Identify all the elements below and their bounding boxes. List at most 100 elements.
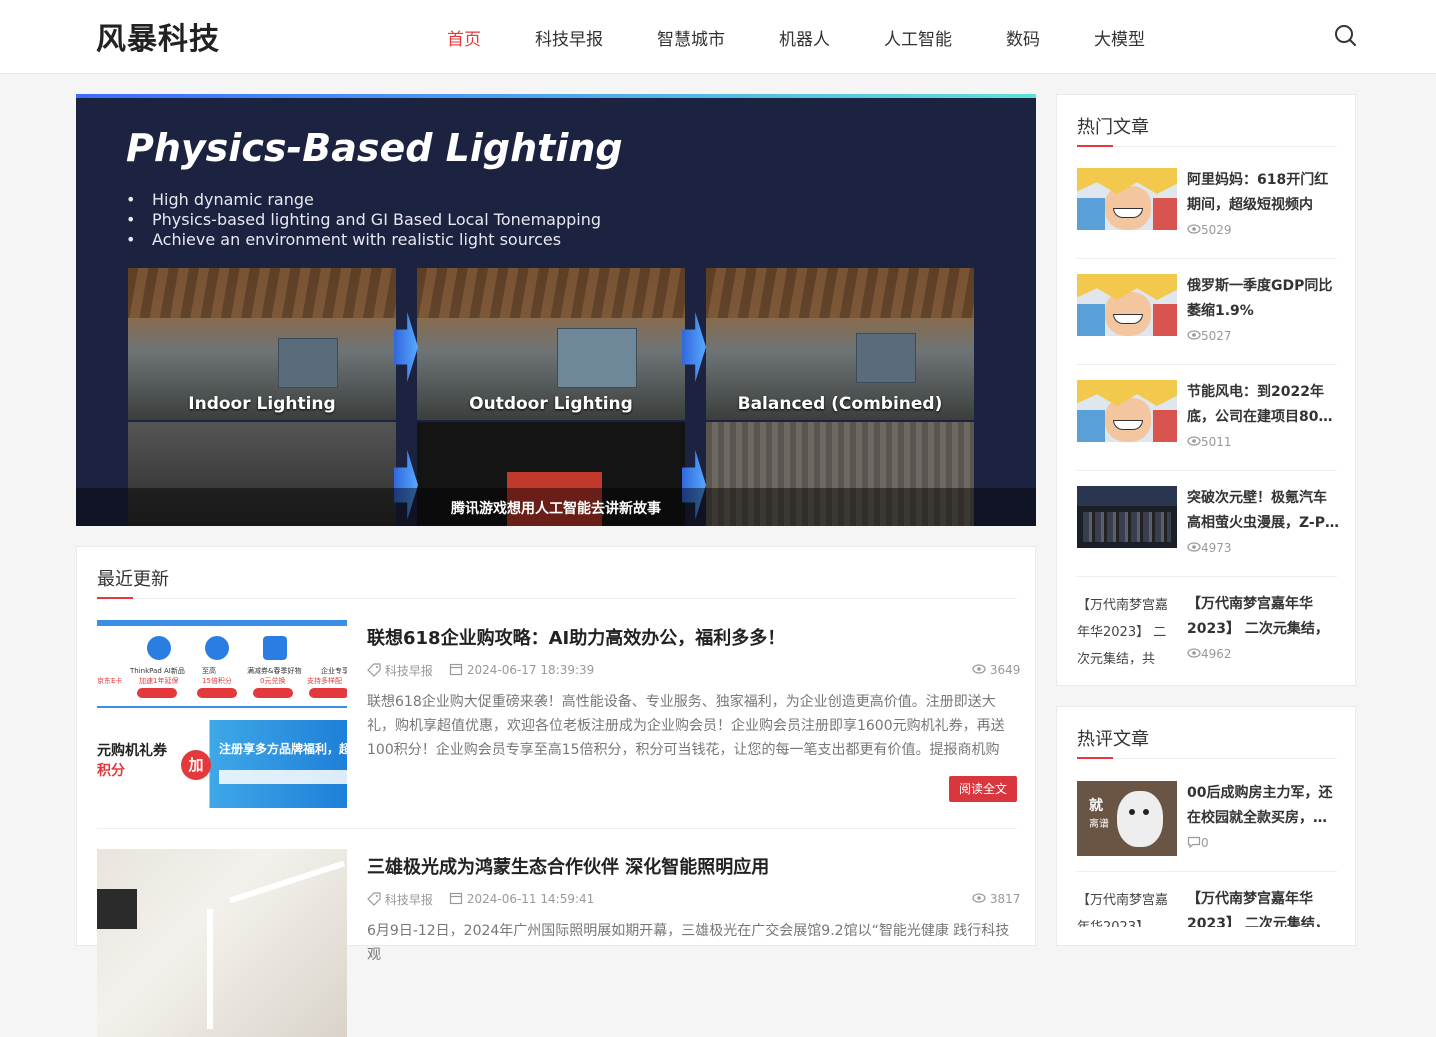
- post-title[interactable]: 联想618企业购攻略：AI助力高效办公，福利多多！: [367, 624, 785, 650]
- thumb-logo-strip: [219, 770, 347, 784]
- slide-caption[interactable]: 腾讯游戏想用人工智能去讲新故事: [76, 498, 1036, 518]
- calendar-icon: [449, 892, 463, 905]
- hot-article-item[interactable]: 【万代南梦宫嘉年华2023】 二次元集结，共 【万代南梦宫嘉年华2023】 二次…: [1077, 592, 1337, 678]
- arrow-right-icon: [394, 312, 418, 382]
- tag-icon: [367, 663, 381, 677]
- event-backdrop: [1077, 486, 1177, 506]
- broken-image-alt[interactable]: 【万代南梦宫嘉年华2023】 二次元集结，共: [1077, 592, 1177, 678]
- warehouse-crate: [278, 338, 338, 388]
- section-title: 最近更新: [97, 569, 169, 590]
- gift-icon: [263, 636, 287, 660]
- post-thumbnail[interactable]: ThinkPad AI新品 至高 满减券&春季好物 企业专享 京东E卡 加速1年…: [97, 620, 347, 808]
- nav-item-smart-city[interactable]: 智慧城市: [630, 25, 752, 50]
- article-thumbnail[interactable]: [1077, 274, 1177, 336]
- hot-article-item[interactable]: 俄罗斯一季度GDP同比萎缩1.9% 5027: [1077, 274, 1337, 360]
- post-category[interactable]: 科技早报: [367, 891, 433, 908]
- search-icon[interactable]: [1330, 20, 1360, 50]
- eye-icon: [1187, 436, 1201, 446]
- post-thumbnail[interactable]: [97, 849, 347, 1037]
- post-date-label: 2024-06-11 14:59:41: [466, 892, 595, 906]
- comment-icon: [1187, 836, 1201, 849]
- article-title[interactable]: 【万代南梦宫嘉年华2023】 二次元集结，共…: [1187, 887, 1337, 927]
- article-title[interactable]: 节能风电：到2022年底，公司在建项目80…: [1187, 380, 1339, 430]
- item-divider: [1077, 576, 1337, 577]
- slide-panel-outdoor: Outdoor Lighting: [417, 268, 685, 420]
- shield-icon: [147, 636, 171, 660]
- hero-carousel[interactable]: Physics-Based Lighting High dynamic rang…: [76, 94, 1036, 526]
- post-date-label: 2024-06-17 18:39:39: [466, 663, 595, 677]
- warehouse-roof: [706, 268, 974, 318]
- views-count: 4973: [1201, 541, 1232, 555]
- article-views: 5029: [1187, 222, 1232, 237]
- eye-icon: [972, 664, 986, 674]
- article-thumbnail[interactable]: [1077, 168, 1177, 230]
- post-divider: [97, 828, 1017, 829]
- main-nav: 首页 科技早报 智慧城市 机器人 人工智能 数码 大模型: [420, 0, 1172, 74]
- thumb-text: 离谱: [1089, 819, 1109, 830]
- nav-item-ai[interactable]: 人工智能: [857, 25, 979, 50]
- item-divider: [1077, 258, 1337, 259]
- commented-article-item[interactable]: 就 离谱 00后成购房主力军，还在校园就全款买房，… 0: [1077, 781, 1337, 857]
- comments-count: 0: [1201, 836, 1209, 850]
- commented-article-item[interactable]: 【万代南梦宫嘉年华2023】 【万代南梦宫嘉年华2023】 二次元集结，共…: [1077, 887, 1337, 927]
- article-title[interactable]: 00后成购房主力军，还在校园就全款买房，…: [1187, 781, 1339, 831]
- article-views: 5011: [1187, 434, 1232, 449]
- recent-updates-section: 最近更新 ThinkPad AI新品 至高 满减券&春季好物 企业专享 京东E卡…: [76, 546, 1036, 1037]
- read-more-button[interactable]: 阅读全文: [949, 776, 1017, 802]
- article-comments: 0: [1187, 835, 1209, 850]
- article-title[interactable]: 阿里妈妈：618开门红期间，超级短视频内容…: [1187, 168, 1339, 218]
- article-title[interactable]: 【万代南梦宫嘉年华2023】 二次元集结，共…: [1187, 592, 1339, 642]
- slide-bullet: Physics-based lighting and GI Based Loca…: [126, 210, 601, 230]
- widget-title: 热门文章: [1077, 117, 1149, 138]
- hot-article-item[interactable]: 突破次元壁！极氪汽车高相萤火虫漫展，Z-P… 4973: [1077, 486, 1339, 572]
- article-title[interactable]: 突破次元壁！极氪汽车高相萤火虫漫展，Z-P…: [1187, 486, 1339, 536]
- slide-panel-indoor: Indoor Lighting: [128, 268, 396, 420]
- article-thumbnail[interactable]: 就 离谱: [1077, 781, 1177, 856]
- site-logo[interactable]: 风暴科技: [96, 14, 220, 58]
- post-views: 3649: [972, 662, 1020, 677]
- eye-icon: [972, 893, 986, 903]
- post-date: 2024-06-11 14:59:41: [449, 891, 594, 906]
- post-excerpt: 6月9日-12日，2024年广州国际照明展如期开幕，三雄极光在广交会展馆9.2馆…: [367, 923, 1010, 963]
- banner-accent-line: [76, 94, 1036, 98]
- slide-bullet: High dynamic range: [126, 190, 601, 210]
- post-category[interactable]: 科技早报: [367, 662, 433, 679]
- thumb-text: 企业专享: [321, 667, 347, 675]
- anime-avatar-image: [1077, 380, 1177, 442]
- post-excerpt: 联想618企业购大促重磅来袭！高性能设备、专业服务、独家福利，为企业创造更高价值…: [367, 694, 1005, 758]
- panel-label: Outdoor Lighting: [469, 394, 633, 414]
- thumb-text: 15倍积分: [202, 677, 232, 685]
- nav-item-home[interactable]: 首页: [420, 25, 508, 50]
- thumb-text: 支持多样配: [307, 677, 342, 685]
- item-divider: [1077, 364, 1337, 365]
- thumb-bar: [97, 706, 347, 708]
- views-count: 5029: [1201, 223, 1232, 237]
- article-thumbnail[interactable]: [1077, 380, 1177, 442]
- thumb-points: 积分: [97, 763, 125, 779]
- article-views: 4973: [1187, 540, 1232, 555]
- post-views-count: 3817: [989, 892, 1021, 906]
- widget-title: 热评文章: [1077, 729, 1149, 750]
- slide-panel-balanced: Balanced (Combined): [706, 268, 974, 420]
- item-divider: [1077, 871, 1337, 872]
- views-count: 5011: [1201, 435, 1232, 449]
- post-title[interactable]: 三雄极光成为鸿蒙生态合作伙伴 深化智能照明应用: [367, 853, 769, 879]
- thumb-text: 就: [1089, 798, 1103, 814]
- hot-article-item[interactable]: 阿里妈妈：618开门红期间，超级短视频内容… 5029: [1077, 168, 1337, 254]
- nav-item-robot[interactable]: 机器人: [752, 25, 857, 50]
- cta-pill: [309, 688, 347, 698]
- eye-icon: [1187, 542, 1201, 552]
- broken-image-alt[interactable]: 【万代南梦宫嘉年华2023】: [1077, 887, 1177, 927]
- hot-article-item[interactable]: 节能风电：到2022年底，公司在建项目80… 5011: [1077, 380, 1337, 466]
- article-title[interactable]: 俄罗斯一季度GDP同比萎缩1.9%: [1187, 274, 1339, 324]
- nav-item-tech-morning[interactable]: 科技早报: [508, 25, 630, 50]
- slide-bullets: High dynamic range Physics-based lightin…: [126, 190, 601, 250]
- thumb-coupon: 元购机礼券: [97, 743, 167, 759]
- post-category-label: 科技早报: [384, 893, 433, 907]
- widget-divider: [1077, 758, 1337, 759]
- article-views: 5027: [1187, 328, 1232, 343]
- article-thumbnail[interactable]: [1077, 486, 1177, 548]
- nav-item-llm[interactable]: 大模型: [1067, 25, 1172, 50]
- nav-item-digital[interactable]: 数码: [979, 25, 1067, 50]
- widget-divider: [1077, 146, 1337, 147]
